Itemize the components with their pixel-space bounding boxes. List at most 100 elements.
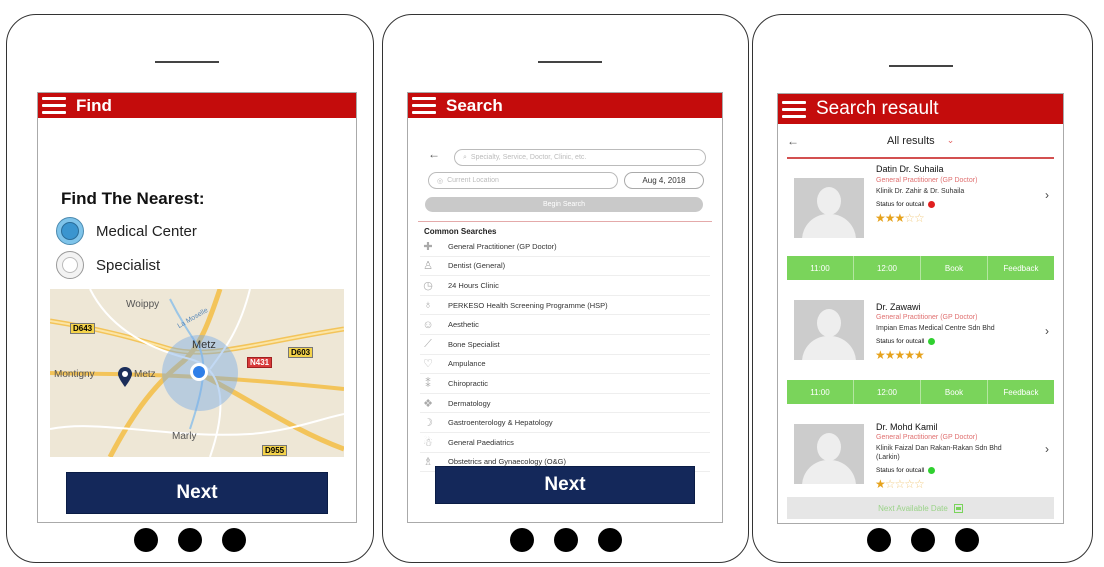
- results-filter-dropdown[interactable]: All results: [887, 135, 935, 147]
- slot-button[interactable]: 12:00: [854, 256, 921, 280]
- phone-results: Search resault ← All results ⌄ Datin Dr.…: [752, 14, 1093, 563]
- pagination-dots: [7, 528, 373, 552]
- back-arrow-icon[interactable]: ←: [787, 134, 799, 148]
- road-tag: D603: [288, 347, 314, 358]
- list-item[interactable]: ☺ Aesthetic: [420, 315, 710, 335]
- next-button[interactable]: Next: [435, 466, 695, 504]
- option-label: Medical Center: [96, 222, 197, 240]
- map-place-label: Metz: [192, 339, 216, 351]
- book-button[interactable]: Book: [921, 380, 988, 404]
- radio-unselected-icon[interactable]: [56, 251, 84, 279]
- road-tag: N431: [247, 357, 273, 368]
- screen-title: Find: [76, 95, 112, 115]
- common-searches-list: ✚ General Practitioner (GP Doctor) ♙ Denti…: [420, 237, 710, 473]
- pagination-dots: [753, 528, 1092, 552]
- find-screen: Find Find The Nearest: Medical Center Sp…: [37, 92, 357, 523]
- slot-button[interactable]: 11:00: [787, 256, 854, 280]
- phone-speaker: [889, 65, 953, 67]
- cross-icon: ✚: [423, 240, 433, 253]
- chevron-down-icon[interactable]: ⌄: [947, 135, 955, 146]
- avatar: [794, 300, 864, 360]
- find-heading: Find The Nearest:: [61, 189, 205, 208]
- clock-icon: ◷: [423, 279, 433, 292]
- option-medical-center[interactable]: Medical Center: [56, 217, 197, 245]
- app-bar: Search resault: [778, 94, 1063, 124]
- avatar: [794, 424, 864, 484]
- phone-speaker: [538, 61, 602, 63]
- list-item[interactable]: ⁑ Chiropractic: [420, 374, 710, 394]
- list-item[interactable]: ♙ Dentist (General): [420, 257, 710, 277]
- location-input[interactable]: ◎ Current Location: [428, 172, 618, 189]
- phone-find: Find Find The Nearest: Medical Center Sp…: [6, 14, 374, 563]
- doctor-role: General Practitioner (GP Doctor): [876, 177, 978, 184]
- face-icon: ☺: [422, 318, 434, 331]
- back-arrow-icon[interactable]: ←: [428, 147, 440, 161]
- heart-icon: ♡: [423, 358, 433, 371]
- search-input[interactable]: ⌕ Specialty, Service, Doctor, Clinic, et…: [454, 149, 706, 166]
- book-button[interactable]: Book: [921, 256, 988, 280]
- rating-stars: ★★★★★: [875, 348, 925, 362]
- chevron-right-icon[interactable]: ›: [1045, 324, 1049, 338]
- search-icon: ⌕: [463, 153, 467, 161]
- appointment-slots: 11:00 12:00 Book Feedback: [787, 256, 1054, 280]
- doctor-name: Dr. Zawawi: [876, 302, 921, 312]
- feedback-button[interactable]: Feedback: [988, 256, 1054, 280]
- app-bar: Find: [38, 93, 356, 118]
- skin-icon: ❖: [423, 397, 433, 410]
- menu-icon[interactable]: [412, 97, 436, 114]
- list-item[interactable]: ◷ 24 Hours Clinic: [420, 276, 710, 296]
- search-screen: Search ← ⌕ Specialty, Service, Doctor, C…: [407, 92, 723, 523]
- chevron-right-icon[interactable]: ›: [1045, 442, 1049, 456]
- phone-speaker: [155, 61, 219, 63]
- slot-button[interactable]: 11:00: [787, 380, 854, 404]
- map-pin-icon[interactable]: [118, 367, 132, 387]
- results-filter-bar: ← All results ⌄: [787, 124, 1054, 159]
- pin-icon: ♁: [423, 299, 433, 312]
- list-item[interactable]: ✚ General Practitioner (GP Doctor): [420, 237, 710, 257]
- option-specialist[interactable]: Specialist: [56, 251, 160, 279]
- list-item[interactable]: ☽ Gastroenterology & Hepatology: [420, 413, 710, 433]
- pagination-dots: [383, 528, 748, 552]
- list-item[interactable]: ♁ PERKESO Health Screening Programme (HSP…: [420, 296, 710, 316]
- spine-icon: ⁑: [425, 377, 431, 390]
- next-button[interactable]: Next: [66, 472, 328, 514]
- appointment-slots: 11:00 12:00 Book Feedback: [787, 380, 1054, 404]
- list-item[interactable]: ☃ General Paediatrics: [420, 433, 710, 453]
- doctor-clinic: Klinik Dr. Zahir & Dr. Suhaila: [876, 188, 965, 195]
- doctor-card[interactable]: Dr. Mohd Kamil General Practitioner (GP …: [778, 412, 1063, 498]
- bone-icon: ⟋: [424, 337, 432, 350]
- app-bar: Search: [408, 93, 722, 118]
- chevron-right-icon[interactable]: ›: [1045, 188, 1049, 202]
- map[interactable]: Woippy Metz Montigny Metz Marly La Mosel…: [50, 289, 344, 457]
- doctor-clinic: Impian Emas Medical Centre Sdn Bhd: [876, 325, 995, 332]
- doctor-name: Datin Dr. Suhaila: [876, 164, 944, 174]
- menu-icon[interactable]: [42, 97, 66, 114]
- baby-icon: ☃: [423, 436, 433, 449]
- avatar: [794, 178, 864, 238]
- list-item[interactable]: ⟋ Bone Specialist: [420, 335, 710, 355]
- status-dot-red: [928, 201, 936, 208]
- option-label: Specialist: [96, 256, 161, 274]
- map-place-label: Marly: [172, 431, 197, 442]
- next-available-date-button[interactable]: Next Available Date: [787, 497, 1054, 519]
- screen-title: Search: [446, 95, 503, 115]
- date-picker[interactable]: Aug 4, 2018: [624, 172, 704, 189]
- doctor-card[interactable]: Dr. Zawawi General Practitioner (GP Doct…: [778, 288, 1063, 382]
- doctor-card[interactable]: Datin Dr. Suhaila General Practitioner (…: [778, 164, 1063, 258]
- radio-selected-icon[interactable]: [56, 217, 84, 245]
- list-item[interactable]: ❖ Dermatology: [420, 394, 710, 414]
- map-place-label: Metz: [134, 369, 156, 380]
- rating-stars: ★☆☆☆☆: [875, 477, 925, 491]
- feedback-button[interactable]: Feedback: [988, 380, 1054, 404]
- begin-search-button[interactable]: Begin Search: [425, 197, 703, 212]
- phone-search: Search ← ⌕ Specialty, Service, Doctor, C…: [382, 14, 749, 563]
- results-screen: Search resault ← All results ⌄ Datin Dr.…: [777, 93, 1064, 524]
- rating-stars: ★★★☆☆: [875, 211, 925, 225]
- road-tag: D955: [262, 445, 288, 456]
- menu-icon[interactable]: [782, 100, 806, 118]
- current-location-icon: [190, 363, 208, 381]
- location-icon: ◎: [437, 177, 444, 185]
- list-item[interactable]: ♡ Ampulance: [420, 355, 710, 375]
- slot-button[interactable]: 12:00: [854, 380, 921, 404]
- doctor-clinic: Klinik Faizal Dan Rakan-Rakan Sdn Bhd (L…: [876, 445, 1002, 461]
